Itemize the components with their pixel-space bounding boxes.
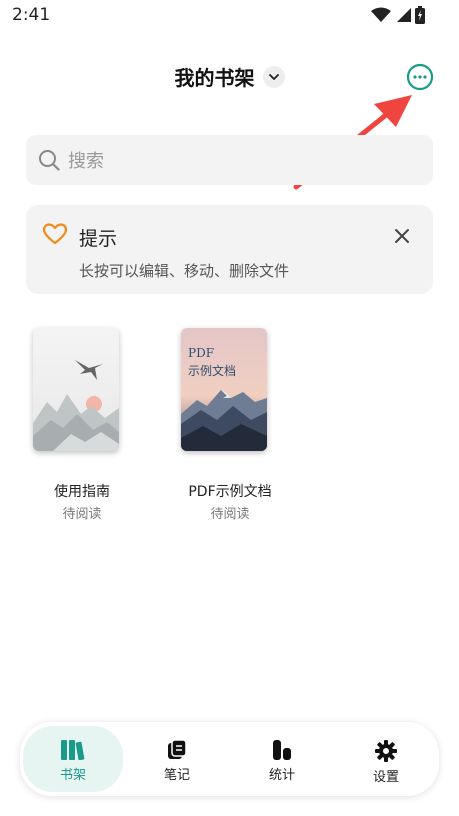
bottom-tab-bar: 书架 笔记 统计 设置 [20, 722, 439, 796]
notes-icon [168, 740, 187, 759]
status-bar: 2:41 [0, 0, 459, 32]
book-status: 待阅读 [62, 507, 102, 522]
cover-label: PDF 示例文档 [188, 344, 236, 380]
book-status: 待阅读 [210, 507, 250, 522]
tip-text: 长按可以编辑、移动、删除文件 [79, 262, 290, 280]
page-title[interactable]: 我的书架 [175, 62, 255, 91]
tab-label: 设置 [372, 770, 399, 785]
heart-icon [42, 223, 68, 245]
tab-label: 统计 [268, 768, 295, 783]
books-icon [61, 740, 85, 760]
battery-icon [415, 6, 425, 24]
cover-label-line: 示例文档 [188, 364, 237, 378]
tab-stats[interactable]: 统计 [232, 726, 332, 792]
wifi-icon [371, 7, 391, 22]
tab-notes[interactable]: 笔记 [127, 726, 227, 792]
shelf-dropdown-button[interactable] [262, 65, 285, 88]
search-placeholder: 搜索 [68, 151, 104, 172]
tab-label: 书架 [59, 768, 86, 783]
landscape-cover-image [33, 360, 119, 451]
tip-title: 提示 [79, 228, 118, 250]
book-cover[interactable] [33, 328, 119, 451]
close-icon[interactable] [390, 224, 414, 248]
book-title: PDF示例文档 [188, 484, 272, 500]
chevron-down-icon [268, 73, 279, 80]
stats-icon [273, 740, 291, 760]
status-icons [371, 6, 425, 24]
book-cover[interactable]: PDF 示例文档 [181, 328, 267, 451]
status-time: 2:41 [12, 5, 51, 25]
signal-icon [397, 8, 411, 22]
search-input[interactable]: 搜索 [26, 135, 433, 185]
cover-label-line: PDF [188, 346, 215, 360]
tab-label: 笔记 [163, 768, 190, 783]
book-title: 使用指南 [54, 484, 110, 500]
gear-icon [375, 740, 397, 762]
search-icon [39, 150, 60, 171]
tab-settings[interactable]: 设置 [336, 726, 436, 792]
tab-bookshelf[interactable]: 书架 [23, 726, 123, 792]
tip-card: 提示 长按可以编辑、移动、删除文件 [26, 205, 433, 294]
